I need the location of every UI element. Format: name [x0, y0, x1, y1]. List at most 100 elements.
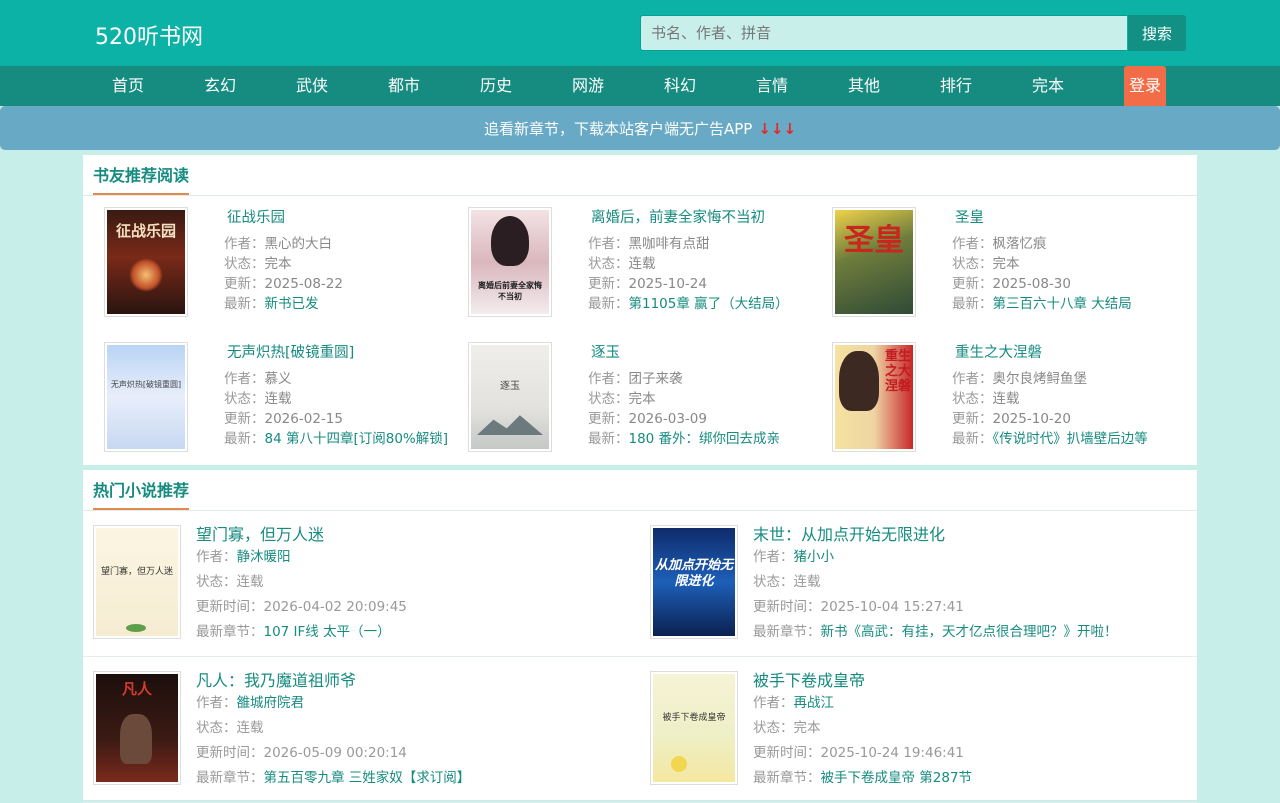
nav-item-lishi[interactable]: 历史 — [450, 66, 542, 106]
book-title-link[interactable]: 望门寡，但万人迷 — [196, 521, 324, 545]
book-title-link[interactable]: 逐玉 — [591, 341, 620, 362]
cover-title: 征战乐园 — [115, 222, 176, 240]
book-updated-time: 更新时间：2026-05-09 00:20:14 — [196, 745, 407, 761]
hot-book-row: 望门寡，但万人迷 望门寡，但万人迷 作者：静沐暖阳 状态：连载 更新时间：202… — [83, 510, 640, 657]
latest-chapter-link[interactable]: 107 IF线 太平（一） — [264, 624, 391, 640]
search-button[interactable]: 搜索 — [1128, 15, 1186, 51]
latest-chapter-link[interactable]: 第1105章 赢了（大结局） — [629, 296, 789, 312]
author-link[interactable]: 雒城府院君 — [237, 695, 305, 711]
book-author: 作者：雒城府院君 — [196, 695, 305, 711]
nav-item-wanben[interactable]: 完本 — [1002, 66, 1094, 106]
book-cover[interactable]: 从加点开始无限进化 — [650, 525, 738, 639]
nav-item-yanqing[interactable]: 言情 — [726, 66, 818, 106]
login-button[interactable]: 登录 — [1124, 66, 1166, 106]
book-status: 状态：完本 — [224, 256, 292, 272]
book-status: 状态：连载 — [588, 256, 656, 272]
book-updated: 更新：2026-02-15 — [224, 411, 343, 427]
cover-title: 凡人 — [121, 680, 152, 698]
book-status: 状态：完本 — [753, 720, 821, 736]
nav-item-wangyou[interactable]: 网游 — [542, 66, 634, 106]
book-cover[interactable]: 无声炽热[破镜重圆] — [104, 342, 188, 452]
book-status: 状态：连载 — [196, 720, 264, 736]
nav-item-home[interactable]: 首页 — [82, 66, 174, 106]
book-status: 状态：连载 — [196, 574, 264, 590]
rec-book-card: 逐玉 逐玉 作者：团子来袭 状态：完本 更新：2026-03-09 最新：180… — [447, 330, 811, 452]
site-logo[interactable]: 520听书网 — [95, 19, 203, 51]
book-cover[interactable]: 圣皇 — [832, 207, 916, 317]
book-cover[interactable]: 离婚后前妻全家悔不当初 — [468, 207, 552, 317]
cover-title: 离婚后前妻全家悔不当初 — [478, 281, 542, 301]
search-input[interactable] — [640, 15, 1127, 51]
book-cover[interactable]: 凡人 — [93, 671, 181, 785]
cover-art — [120, 714, 152, 764]
cover-title: 逐玉 — [500, 381, 520, 392]
book-status: 状态：完本 — [952, 256, 1020, 272]
book-author: 作者：再战江 — [753, 695, 835, 711]
banner-text: 追看新章节，下载本站客户端无广告APP — [483, 120, 753, 138]
book-latest: 最新：180 番外：绑你回去成亲 — [588, 431, 781, 447]
site-header: 520听书网 搜索 — [0, 0, 1280, 66]
nav-item-kehuan[interactable]: 科幻 — [634, 66, 726, 106]
cover-title: 无声炽热[破镜重圆] — [110, 380, 182, 389]
cover-art — [129, 258, 163, 292]
book-latest-chapter: 最新章节：新书《高武：有挂，天才亿点很合理吧？》开啦！ — [753, 624, 1118, 640]
cover-title: 被手下卷成皇帝 — [662, 713, 726, 723]
recommend-panel: 书友推荐阅读 征战乐园 征战乐园 作者：黑心的大白 状态：完本 更新：2025-… — [83, 155, 1197, 465]
latest-chapter-link[interactable]: 被手下卷成皇帝 第287节 — [821, 770, 973, 786]
rec-book-card: 圣皇 圣皇 作者：枫落忆痕 状态：完本 更新：2025-08-30 最新：第三百… — [811, 195, 1175, 317]
book-updated: 更新：2025-10-20 — [952, 411, 1071, 427]
rec-book-card: 离婚后前妻全家悔不当初 离婚后，前妻全家悔不当初 作者：黑咖啡有点甜 状态：连载… — [447, 195, 811, 317]
latest-chapter-link[interactable]: 84 第八十四章[订阅80%解锁] — [265, 431, 449, 447]
book-cover[interactable]: 望门寡，但万人迷 — [93, 525, 181, 639]
book-title-link[interactable]: 征战乐园 — [227, 206, 285, 227]
hot-book-row: 被手下卷成皇帝 被手下卷成皇帝 作者：再战江 状态：完本 更新时间：2025-1… — [640, 656, 1197, 803]
author-link[interactable]: 静沐暖阳 — [237, 549, 291, 565]
cover-art — [671, 756, 687, 772]
book-cover[interactable]: 被手下卷成皇帝 — [650, 671, 738, 785]
recommend-title: 书友推荐阅读 — [93, 155, 190, 195]
book-title-link[interactable]: 末世：从加点开始无限进化 — [753, 521, 945, 545]
book-status: 状态：连载 — [952, 391, 1020, 407]
book-updated: 更新：2025-08-30 — [952, 276, 1071, 292]
app-download-banner[interactable]: 追看新章节，下载本站客户端无广告APP ↓↓↓ — [0, 106, 1280, 150]
hot-book-row: 凡人 凡人：我乃魔道祖师爷 作者：雒城府院君 状态：连载 更新时间：2026-0… — [83, 656, 640, 803]
latest-chapter-link[interactable]: 第三百六十八章 大结局 — [993, 296, 1132, 312]
book-title-link[interactable]: 离婚后，前妻全家悔不当初 — [591, 206, 765, 227]
author-link[interactable]: 猪小小 — [794, 549, 835, 565]
book-title-link[interactable]: 圣皇 — [955, 206, 984, 227]
latest-chapter-link[interactable]: 第五百零九章 三姓家奴【求订阅】 — [264, 770, 471, 786]
book-status: 状态：连载 — [224, 391, 292, 407]
nav-item-paihang[interactable]: 排行 — [910, 66, 1002, 106]
cover-art — [126, 624, 146, 632]
book-status: 状态：连载 — [753, 574, 821, 590]
cover-art — [839, 351, 879, 411]
book-cover[interactable]: 征战乐园 — [104, 207, 188, 317]
book-latest: 最新：《传说时代》扒墙壁后边等 — [952, 431, 1148, 447]
cover-title: 从加点开始无限进化 — [654, 558, 733, 589]
nav-item-qita[interactable]: 其他 — [818, 66, 910, 106]
author-link[interactable]: 再战江 — [794, 695, 835, 711]
rec-book-card: 重生之大涅磐 重生之大涅磐 作者：奥尔良烤鲟鱼堡 状态：连载 更新：2025-1… — [811, 330, 1175, 452]
nav-item-xuanhuan[interactable]: 玄幻 — [174, 66, 266, 106]
book-latest-chapter: 最新章节：被手下卷成皇帝 第287节 — [753, 770, 973, 786]
book-latest: 最新：84 第八十四章[订阅80%解锁] — [224, 431, 449, 447]
book-author: 作者：静沐暖阳 — [196, 549, 291, 565]
nav-item-wuxia[interactable]: 武侠 — [266, 66, 358, 106]
book-updated-time: 更新时间：2026-04-02 20:09:45 — [196, 599, 407, 615]
book-title-link[interactable]: 无声炽热[破镜重圆] — [227, 341, 354, 362]
book-cover[interactable]: 重生之大涅磐 — [832, 342, 916, 452]
book-title-link[interactable]: 被手下卷成皇帝 — [753, 667, 865, 691]
cover-art — [477, 415, 543, 435]
latest-chapter-link[interactable]: 新书已发 — [265, 296, 319, 312]
nav-item-dushi[interactable]: 都市 — [358, 66, 450, 106]
hot-book-row: 从加点开始无限进化 末世：从加点开始无限进化 作者：猪小小 状态：连载 更新时间… — [640, 510, 1197, 657]
cover-title: 望门寡，但万人迷 — [100, 567, 173, 577]
book-title-link[interactable]: 凡人：我乃魔道祖师爷 — [196, 667, 356, 691]
latest-chapter-link[interactable]: 180 番外：绑你回去成亲 — [629, 431, 781, 447]
book-cover[interactable]: 逐玉 — [468, 342, 552, 452]
latest-chapter-link[interactable]: 《传说时代》扒墙壁后边等 — [993, 431, 1148, 447]
book-title-link[interactable]: 重生之大涅磐 — [955, 341, 1042, 362]
latest-chapter-link[interactable]: 新书《高武：有挂，天才亿点很合理吧？》开啦！ — [821, 624, 1118, 640]
down-arrows-icon: ↓↓↓ — [758, 120, 797, 138]
hot-panel-header: 热门小说推荐 — [83, 470, 1197, 511]
